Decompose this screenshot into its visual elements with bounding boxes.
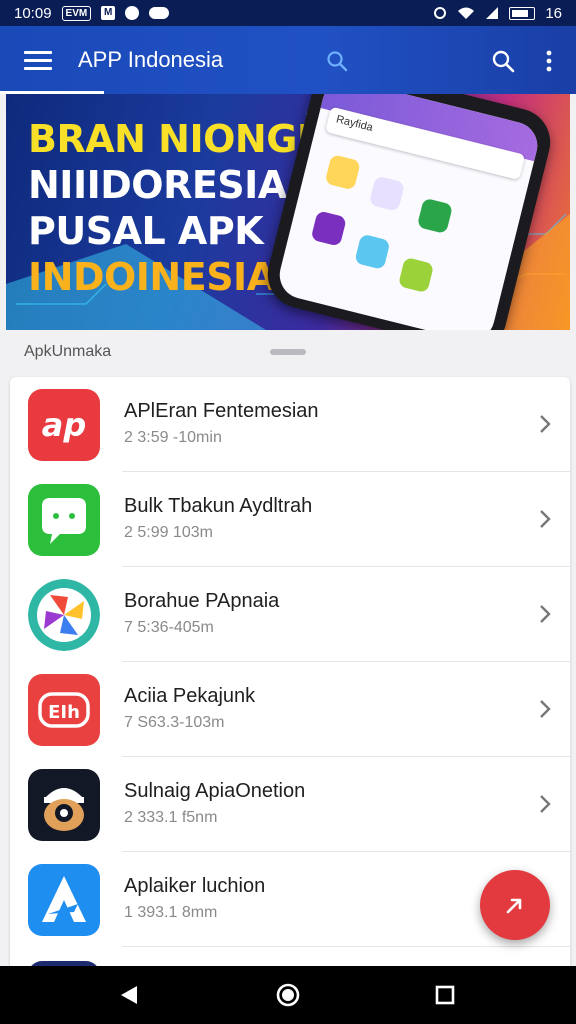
mini-app-icon	[324, 154, 361, 191]
chat-bubble-icon	[28, 484, 100, 556]
mini-app-icon	[354, 233, 391, 270]
phone-screen: Rayfida	[274, 94, 543, 330]
app-title: APlEran Fentemesian	[124, 400, 319, 422]
app-bar: APP Indonesia	[0, 26, 576, 94]
search-button-icon[interactable]	[486, 44, 520, 78]
a-logo-icon	[28, 864, 100, 936]
app-title: Bulk Tbakun Aydltrah	[124, 495, 313, 517]
promo-banner[interactable]: BRAN NIONGKA NIIIDORESIA PUSAL APK INDOI…	[6, 94, 570, 330]
chevron-right-icon	[540, 700, 551, 718]
eih-logo-icon: EIh	[28, 674, 100, 746]
mini-app-icon	[397, 256, 435, 294]
chat-notification-icon	[149, 7, 170, 19]
mini-app-icon	[310, 210, 347, 247]
app-subtitle: 2 333.1 f5nm	[124, 809, 218, 826]
svg-text:EIh: EIh	[48, 702, 80, 723]
app-title: Sulnaig ApiaOnetion	[124, 780, 306, 802]
wifi-icon	[458, 7, 475, 19]
status-chip-icon: EVM	[61, 5, 92, 21]
mini-app-icon	[416, 197, 454, 235]
app-title: Borahue PApnaia	[124, 590, 280, 612]
notification-dot-icon	[125, 6, 140, 20]
drag-handle[interactable]	[270, 349, 306, 355]
app-title: APP Indonesia	[78, 47, 224, 72]
arrow-out-icon	[506, 898, 522, 914]
avatar-cap-icon	[28, 769, 100, 841]
status-bar: 10:09 EVM M 16	[0, 0, 576, 26]
app-title: Aplaiker luchion	[124, 875, 266, 897]
app-subtitle: 7 5:36-405m	[124, 619, 214, 636]
alarm-icon	[434, 7, 447, 19]
list-item[interactable]: Bulk Tbakun Aydltrah 2 5:99 103m	[10, 472, 570, 567]
app-title: Aciia Pekajunk	[124, 685, 256, 707]
app-subtitle: 2 5:99 103m	[124, 524, 213, 541]
app-subtitle: 2 3:59 -10min	[124, 429, 222, 446]
battery-level: 16	[545, 4, 562, 22]
list-item[interactable]: Borahue PApnaia 7 5:36-405m	[10, 567, 570, 662]
status-time: 10:09	[14, 4, 52, 22]
pinwheel-icon	[28, 579, 100, 651]
overflow-menu-icon[interactable]	[532, 44, 566, 78]
recents-icon[interactable]	[432, 982, 458, 1008]
app-subtitle: 1 393.1 8mm	[124, 904, 218, 921]
back-icon[interactable]	[116, 982, 142, 1008]
search-icon[interactable]	[320, 44, 354, 78]
chevron-right-icon	[540, 795, 551, 813]
list-item[interactable]: EIh Aciia Pekajunk 7 S63.3-103m	[10, 662, 570, 757]
app-subtitle: 7 S63.3-103m	[124, 714, 225, 731]
home-icon[interactable]	[275, 982, 301, 1008]
menu-icon[interactable]	[24, 50, 52, 70]
list-item[interactable]: ap APlEran Fentemesian 2 3:59 -10min	[10, 377, 570, 472]
chevron-right-icon	[540, 510, 551, 528]
mail-icon: M	[101, 6, 116, 20]
chevron-right-icon	[540, 605, 551, 623]
signal-icon	[486, 7, 499, 19]
system-nav-bar	[0, 966, 576, 1024]
phone-mockup: Rayfida	[260, 94, 558, 330]
ap-logo-icon: ap	[28, 389, 100, 461]
section-label: ApkUnmaka	[24, 343, 112, 360]
mini-app-icon	[368, 175, 406, 212]
fab-share-button[interactable]	[480, 870, 550, 940]
list-item[interactable]: Sulnaig ApiaOnetion 2 333.1 f5nm	[10, 757, 570, 852]
svg-text:ap: ap	[42, 406, 87, 444]
chevron-right-icon	[540, 415, 551, 433]
battery-icon	[509, 6, 536, 20]
